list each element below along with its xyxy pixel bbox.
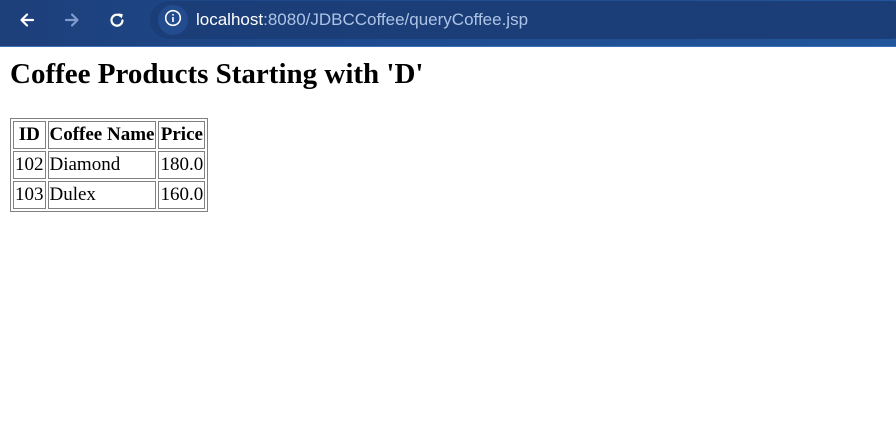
browser-toolbar: localhost:8080/JDBCCoffee/queryCoffee.js… bbox=[0, 0, 896, 47]
reload-icon bbox=[107, 10, 127, 30]
site-info-button[interactable] bbox=[158, 5, 188, 35]
reload-button[interactable] bbox=[103, 6, 131, 34]
cell-coffee-name: Dulex bbox=[47, 181, 157, 209]
table-row: 102 Diamond 180.0 bbox=[13, 151, 206, 179]
page-content: Coffee Products Starting with 'D' ID Cof… bbox=[0, 48, 896, 447]
page-title: Coffee Products Starting with 'D' bbox=[10, 58, 424, 90]
table-header-row: ID Coffee Name Price bbox=[13, 121, 206, 149]
column-header-price: Price bbox=[158, 121, 206, 149]
cell-price: 160.0 bbox=[158, 181, 206, 209]
coffee-table: ID Coffee Name Price 102 Diamond 180.0 1… bbox=[10, 118, 209, 212]
url-text[interactable]: localhost:8080/JDBCCoffee/queryCoffee.js… bbox=[196, 10, 528, 30]
info-icon bbox=[164, 9, 182, 32]
column-header-id: ID bbox=[13, 121, 46, 149]
column-header-coffee-name: Coffee Name bbox=[47, 121, 157, 149]
table-row: 103 Dulex 160.0 bbox=[13, 181, 206, 209]
arrow-right-icon bbox=[62, 10, 82, 30]
url-host: localhost bbox=[196, 10, 264, 29]
address-bar[interactable]: localhost:8080/JDBCCoffee/queryCoffee.js… bbox=[150, 1, 896, 39]
cell-price: 180.0 bbox=[158, 151, 206, 179]
arrow-left-icon bbox=[17, 10, 37, 30]
forward-button[interactable] bbox=[58, 6, 86, 34]
back-button[interactable] bbox=[13, 6, 41, 34]
url-path: :8080/JDBCCoffee/queryCoffee.jsp bbox=[263, 10, 529, 29]
cell-coffee-name: Diamond bbox=[47, 151, 157, 179]
cell-id: 102 bbox=[13, 151, 46, 179]
cell-id: 103 bbox=[13, 181, 46, 209]
